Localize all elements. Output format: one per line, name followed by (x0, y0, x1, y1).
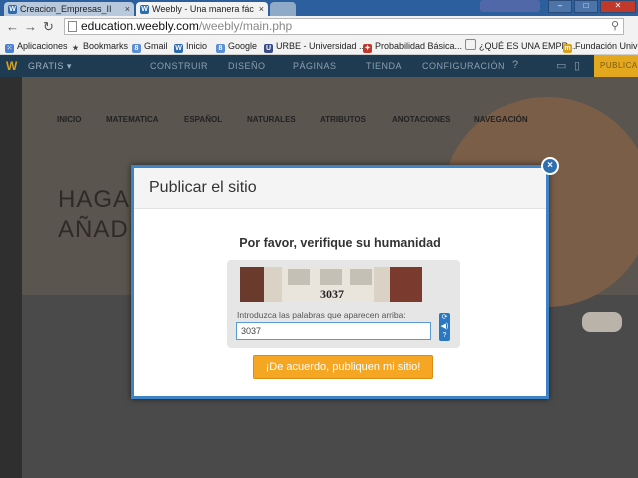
site-nav-naturales[interactable]: NATURALES (247, 115, 296, 124)
plan-dropdown[interactable]: GRATIS ▾ (28, 61, 72, 72)
minimize-icon[interactable]: – (548, 0, 572, 13)
help-icon[interactable]: ? (439, 331, 450, 340)
url-field[interactable]: education.weebly.com/weebly/main.php ⚲ (64, 18, 624, 35)
bookmark-inicio[interactable]: W Inicio (174, 38, 207, 54)
browser-tab-strip: W Creacion_Empresas_II × W Weebly - Una … (0, 0, 638, 16)
captcha-input[interactable]: 3037 (236, 322, 431, 340)
confirm-publish-button[interactable]: ¡De acuerdo, publiquen mi sitio! (253, 355, 433, 379)
desktop-icon[interactable]: ▭ (556, 59, 567, 72)
dialog-title: Publicar el sitio (149, 179, 257, 196)
page-icon (68, 21, 77, 32)
captcha-panel (350, 269, 372, 285)
site-nav-espanol[interactable]: ESPAÑOL (184, 115, 222, 124)
maximize-icon[interactable]: □ (574, 0, 598, 13)
bookmark-label: Probabilidad Básica... (375, 41, 463, 51)
site-nav-atributos[interactable]: ATRIBUTOS (320, 115, 366, 124)
search-icon[interactable]: ⚲ (611, 19, 619, 34)
weebly-editor-bar: W GRATIS ▾ CONSTRUIR DISEÑO PÁGINAS TIEN… (0, 55, 638, 77)
bookmark-label: Bookmarks (83, 41, 129, 51)
bookmark-google[interactable]: 8 Google (216, 38, 257, 54)
refresh-icon[interactable]: ⟳ (439, 313, 450, 322)
captcha-box: 3037 Introduzca las palabras que aparece… (227, 260, 460, 348)
tab-label: Creacion_Empresas_II (20, 4, 112, 14)
audio-icon[interactable]: ◀) (439, 322, 450, 331)
bookmark-apps[interactable]: ⁙ Aplicaciones (5, 38, 68, 54)
url-host: education.weebly.com (81, 19, 199, 33)
captcha-door (240, 267, 264, 302)
urbe-icon: U (264, 44, 273, 53)
bookmark-probabilidad[interactable]: ✦ Probabilidad Básica... (363, 38, 462, 54)
weebly-logo[interactable]: W (6, 59, 18, 73)
captcha-panel (288, 269, 310, 285)
window-controls: – □ ✕ (548, 0, 636, 13)
page-icon (465, 39, 476, 50)
new-tab-button[interactable] (270, 2, 296, 16)
forward-arrow-icon[interactable]: → (24, 19, 37, 35)
left-panel-strip (0, 77, 22, 478)
window-close-icon[interactable]: ✕ (600, 0, 636, 13)
captcha-door (390, 267, 422, 302)
bookmark-label: Inicio (186, 41, 208, 51)
publish-dialog: Publicar el sitio Por favor, verifique s… (131, 165, 549, 399)
tab-creacion-empresas[interactable]: W Creacion_Empresas_II × (4, 2, 134, 16)
dialog-close-icon[interactable]: × (541, 157, 559, 175)
hero-photo-detail (582, 312, 622, 332)
dialog-header: Publicar el sitio (134, 168, 546, 209)
tab-close-icon[interactable]: × (125, 2, 130, 16)
google-icon: 8 (132, 44, 141, 53)
captcha-number: 3037 (320, 287, 344, 301)
bookmark-label: URBE - Universidad ... (276, 41, 367, 51)
bookmark-urbe[interactable]: U URBE - Universidad ... (264, 38, 367, 54)
blurred-region (480, 0, 540, 12)
captcha-label: Introduzca las palabras que aparecen arr… (237, 310, 406, 320)
publish-button[interactable]: PUBLICAR (594, 55, 638, 77)
captcha-image: 3037 (240, 267, 422, 302)
tab-close-icon[interactable]: × (259, 2, 264, 16)
reload-icon[interactable]: ↻ (43, 19, 54, 35)
site-nav-inicio[interactable]: INICIO (57, 115, 81, 124)
star-icon: ★ (72, 45, 79, 52)
tab-construir[interactable]: CONSTRUIR (150, 61, 208, 71)
tab-diseno[interactable]: DISEÑO (228, 61, 266, 71)
bookmark-label: Fundación Univer (575, 41, 638, 51)
bookmarks-bar: ⁙ Aplicaciones ★ Bookmarks 8 Gmail W Inicio … (0, 38, 638, 55)
bookmark-label: ¿QUÉ ES UNA EMPR... (479, 41, 576, 51)
tab-configuracion[interactable]: CONFIGURACIÓN (422, 61, 505, 71)
weebly-favicon-icon: W (140, 5, 149, 14)
bookmark-label: Aplicaciones (17, 41, 68, 51)
google-icon: 8 (216, 44, 225, 53)
apps-grid-icon: ⁙ (5, 44, 14, 53)
bookmark-gmail[interactable]: 8 Gmail (132, 38, 168, 54)
bookmark-fundacion[interactable]: mFundación Univer (563, 38, 638, 54)
fundacion-icon: m (563, 44, 572, 53)
site-nav-navegacion[interactable]: NAVEGACIÓN (474, 115, 528, 124)
address-bar-row: ← → ↻ education.weebly.com/weebly/main.p… (0, 16, 638, 38)
url-path: /weebly/main.php (198, 19, 293, 33)
tab-paginas[interactable]: PÁGINAS (293, 61, 337, 71)
captcha-heading: Por favor, verifique su humanidad (239, 236, 441, 250)
bookmark-bookmarks[interactable]: ★ Bookmarks (71, 38, 128, 54)
site-nav-anotaciones[interactable]: ANOTACIONES (392, 115, 451, 124)
help-icon[interactable]: ? (512, 59, 519, 71)
bookmark-que-es[interactable]: ¿QUÉ ES UNA EMPR... (465, 38, 576, 54)
tab-label: Weebly - Una manera fác (152, 4, 254, 14)
bookmark-label: Gmail (144, 41, 168, 51)
captcha-controls: ⟳ ◀) ? (439, 313, 450, 341)
weebly-favicon-icon: W (8, 5, 17, 14)
weebly-icon: W (174, 44, 183, 53)
tab-tienda[interactable]: TIENDA (366, 61, 402, 71)
mobile-icon[interactable]: ▯ (574, 59, 581, 72)
site-nav-matematica[interactable]: MATEMATICA (106, 115, 159, 124)
site-icon: ✦ (363, 44, 372, 53)
back-arrow-icon[interactable]: ← (6, 19, 19, 35)
bookmark-label: Google (228, 41, 258, 51)
captcha-panel (320, 269, 342, 285)
tab-weebly[interactable]: W Weebly - Una manera fác × (136, 2, 268, 16)
